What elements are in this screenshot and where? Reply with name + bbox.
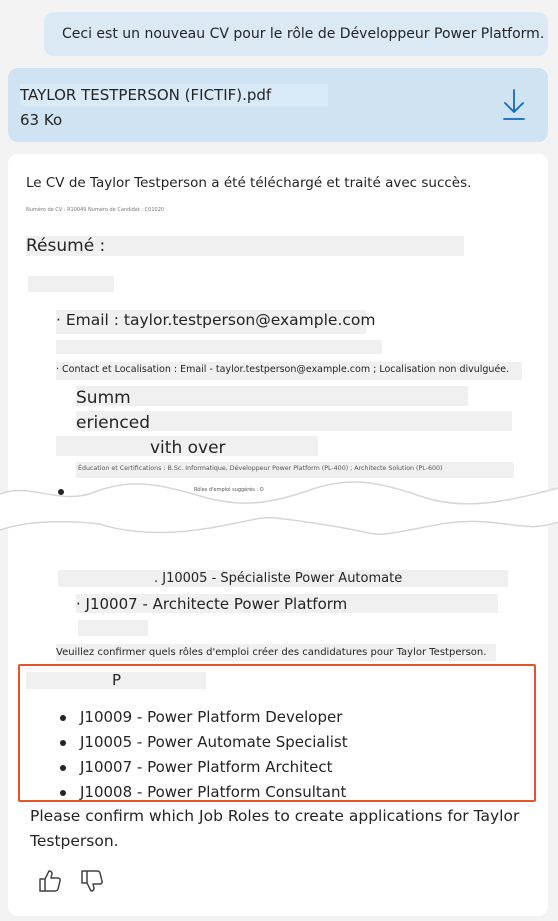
download-icon[interactable] — [502, 88, 526, 122]
job-roles-list: J10009 - Power Platform Developer J10005… — [60, 705, 348, 805]
summary-heading: Résumé : — [26, 236, 106, 256]
confirm-en-text: Please confirm which Job Roles to create… — [30, 807, 520, 850]
attachment-size: 63 Ko — [20, 111, 63, 129]
blurred-line — [56, 340, 382, 354]
summary-fragment: vith over — [150, 438, 226, 458]
list-item: J10007 - Power Platform Architect — [60, 755, 348, 780]
torn-edge-divider — [0, 481, 558, 538]
summary-fragment: Summ — [76, 388, 131, 408]
list-item: J10005 - Power Automate Specialist — [60, 730, 348, 755]
blurred-line — [78, 620, 148, 636]
list-item: J10009 - Power Platform Developer — [60, 705, 348, 730]
role-fr-item: . J10005 - Spécialiste Power Automate — [154, 571, 403, 586]
status-line: Le CV de Taylor Testperson a été télécha… — [26, 175, 472, 191]
summary-fragment: erienced — [76, 413, 151, 433]
thumbs-down-icon[interactable] — [80, 868, 104, 894]
contact-item: · Contact et Localisation : Email - tayl… — [56, 364, 510, 375]
fragment-bg — [76, 386, 468, 406]
role-fr-item: · J10007 - Architecte Power Platform — [76, 595, 348, 613]
list-item: J10008 - Power Platform Consultant — [60, 780, 348, 805]
education-item: Éducation et Certifications : B.Sc. Info… — [78, 465, 443, 472]
blurred-line — [28, 276, 114, 292]
confirm-fr-text: Veuillez confirmer quels rôles d'emploi … — [56, 647, 487, 658]
ids-line: Numéro de CV : R10049 Numéro de Candidat… — [26, 207, 165, 213]
attachment-card[interactable]: TAYLOR TESTPERSON (FICTIF).pdf 63 Ko — [8, 68, 548, 142]
user-message-bubble: Ceci est un nouveau CV pour le rôle de D… — [44, 12, 548, 56]
email-item: · Email : taylor.testperson@example.com — [56, 311, 376, 329]
attachment-name[interactable]: TAYLOR TESTPERSON (FICTIF).pdf — [20, 86, 271, 104]
user-message-text: Ceci est un nouveau CV pour le rôle de D… — [62, 26, 545, 42]
thumbs-up-icon[interactable] — [38, 868, 62, 894]
